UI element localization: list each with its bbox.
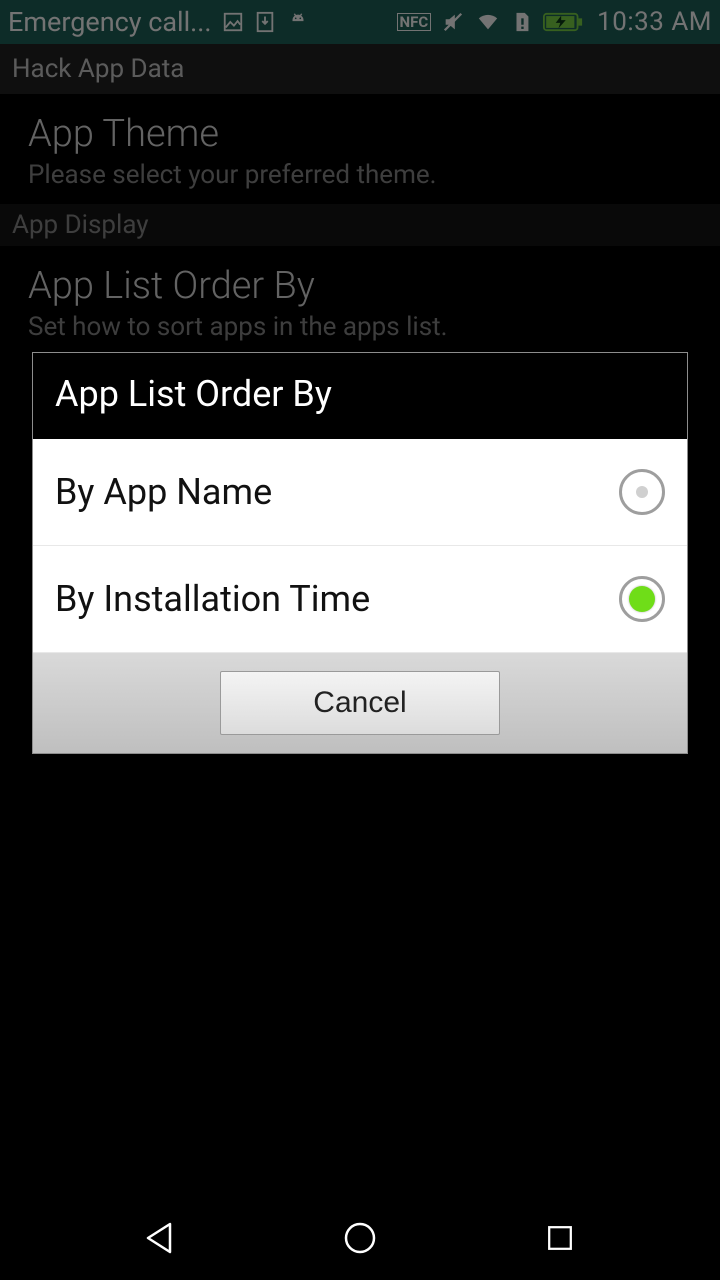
option-by-app-name[interactable]: By App Name	[33, 439, 687, 546]
option-by-installation-time[interactable]: By Installation Time	[33, 546, 687, 653]
home-button[interactable]	[332, 1210, 388, 1266]
recent-apps-button[interactable]	[532, 1210, 588, 1266]
option-label: By Installation Time	[55, 578, 619, 620]
navigation-bar	[0, 1196, 720, 1280]
option-label: By App Name	[55, 471, 619, 513]
cancel-button[interactable]: Cancel	[220, 671, 500, 735]
dialog-title: App List Order By	[33, 353, 687, 439]
dialog-button-bar: Cancel	[33, 653, 687, 753]
dialog-list-order: App List Order By By App Name By Install…	[32, 352, 688, 754]
radio-selected-icon	[619, 576, 665, 622]
back-button[interactable]	[132, 1210, 188, 1266]
radio-unselected-icon	[619, 469, 665, 515]
